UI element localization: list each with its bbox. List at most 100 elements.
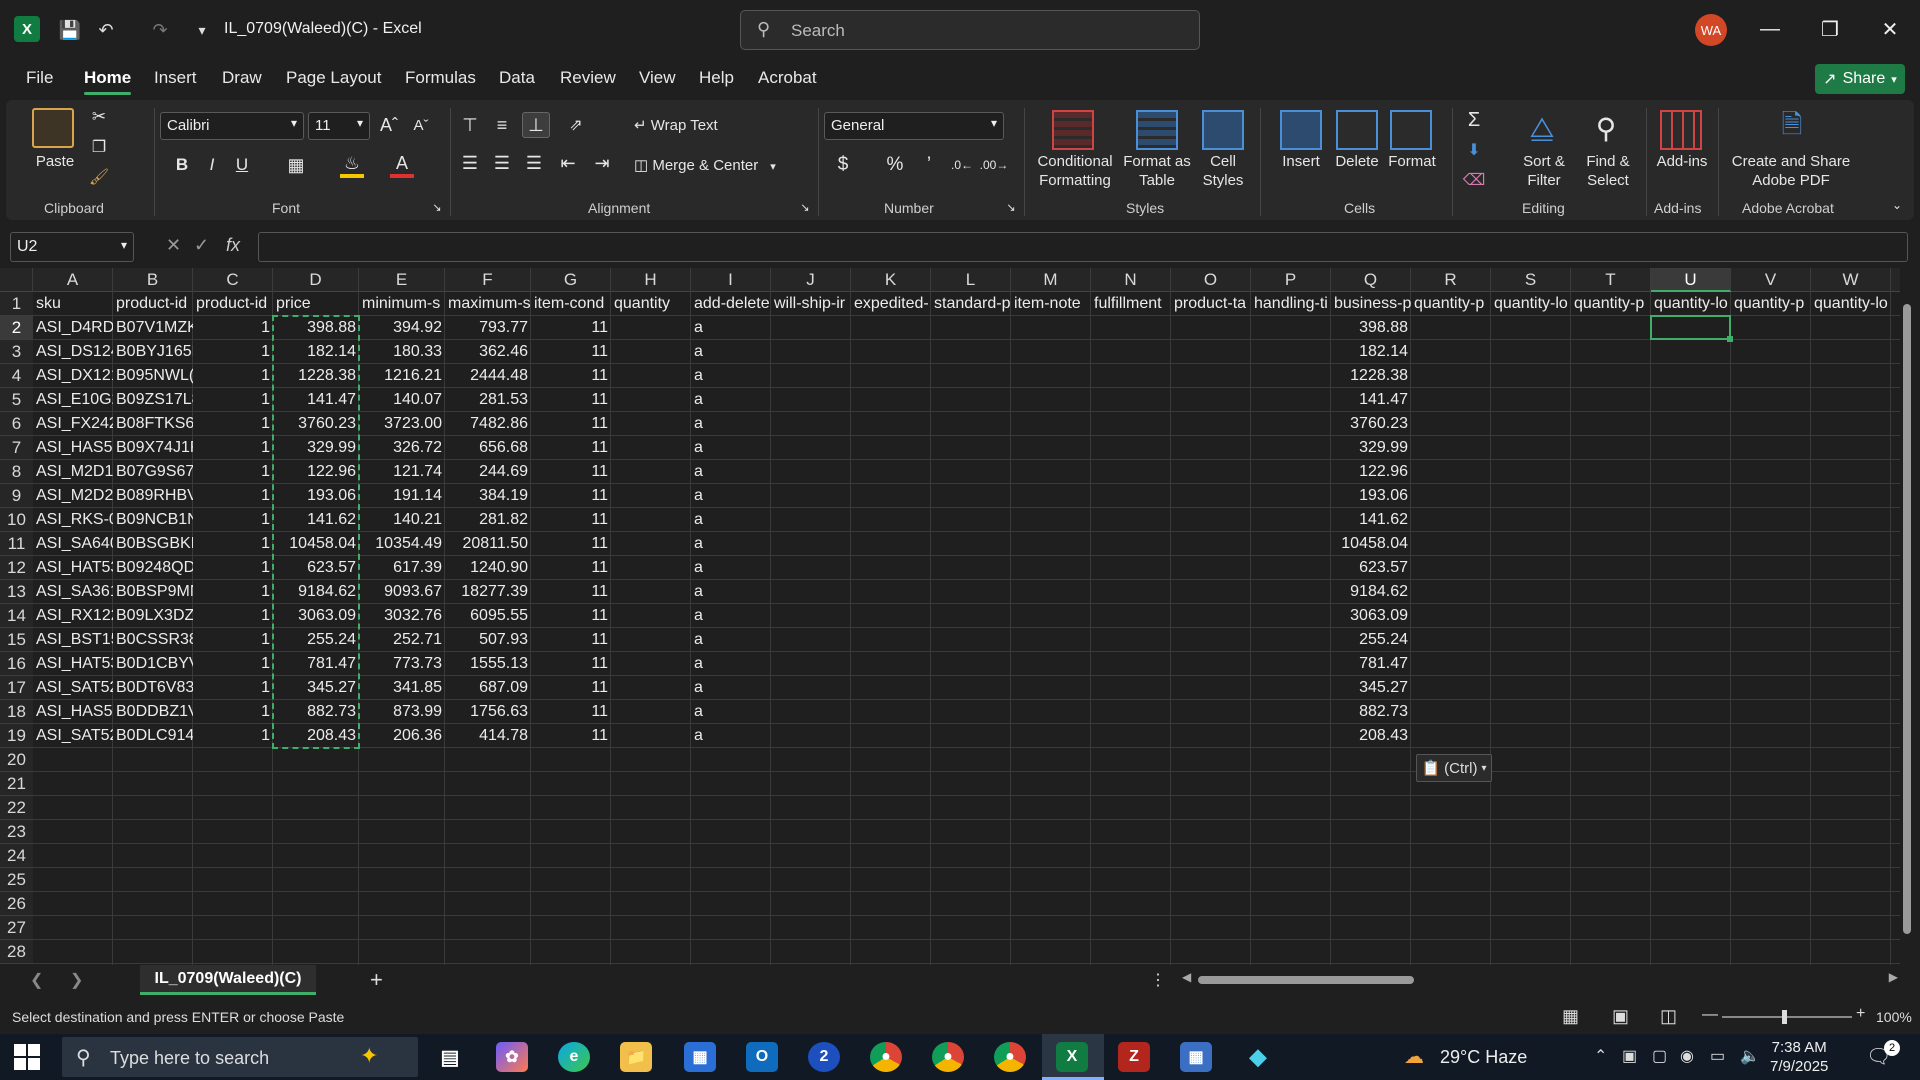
column-header-j[interactable]: J [771,268,851,292]
column-header-f[interactable]: F [445,268,531,292]
row-header-22[interactable]: 22 [0,796,33,820]
data-cell[interactable]: 781.47 [1331,652,1411,676]
header-cell[interactable]: quantity-p [1571,292,1651,316]
horizontal-scrollbar[interactable]: ◀ ▶ [1180,970,1900,987]
align-center-icon[interactable]: ☰ [490,152,514,174]
meet-icon[interactable]: ▢ [1652,1046,1667,1066]
data-cell[interactable]: B09X74J1F [113,436,193,460]
outlook-icon[interactable]: O [746,1042,778,1072]
create-share-pdf-button[interactable]: Create and Share Adobe PDF [1726,152,1856,190]
show-hidden-icons-icon[interactable]: ⌃ [1594,1046,1607,1066]
data-cell[interactable]: 11 [531,700,611,724]
scrollbar-thumb[interactable] [1198,976,1414,984]
zoom-out-icon[interactable]: — [1702,1006,1718,1024]
data-cell[interactable]: 3723.00 [359,412,445,436]
zoom-level[interactable]: 100% [1876,1009,1912,1025]
data-cell[interactable]: 1 [193,700,273,724]
row-header-7[interactable]: 7 [0,436,33,460]
data-cell[interactable]: 1228.38 [1331,364,1411,388]
data-cell[interactable]: B07G9S67- [113,460,193,484]
row-header-9[interactable]: 9 [0,484,33,508]
filezilla-icon[interactable]: Z [1118,1042,1150,1072]
italic-button[interactable]: I [200,152,224,178]
column-header-i[interactable]: I [691,268,771,292]
underline-button[interactable]: U [230,152,254,178]
row-header-28[interactable]: 28 [0,940,33,964]
scroll-left-icon[interactable]: ◀ [1182,970,1191,984]
data-cell[interactable]: ASI_FX242 [33,412,113,436]
data-cell[interactable]: a [691,388,771,412]
paste-icon[interactable] [32,108,74,148]
decrease-font-icon[interactable]: Aˇ [408,112,434,138]
clock[interactable]: 7:38 AM 7/9/2025 [1770,1038,1828,1076]
chrome-icon[interactable]: ● [994,1042,1026,1072]
data-cell[interactable]: B09248QD [113,556,193,580]
format-cells-button[interactable]: Format [1384,152,1440,171]
cell-styles-button[interactable]: Cell Styles [1198,152,1248,190]
row-header-24[interactable]: 24 [0,844,33,868]
data-cell[interactable]: 617.39 [359,556,445,580]
data-cell[interactable]: 11 [531,388,611,412]
column-header-u[interactable]: U [1651,268,1731,292]
name-box[interactable]: U2 ▾ [10,232,134,262]
column-header-k[interactable]: K [851,268,931,292]
column-header-n[interactable]: N [1091,268,1171,292]
row-header-23[interactable]: 23 [0,820,33,844]
share-button[interactable]: ↗ Share ▾ [1815,64,1905,94]
comma-style-icon[interactable]: ’ [918,154,940,176]
data-cell[interactable]: 206.36 [359,724,445,748]
zoom-slider[interactable] [1722,1010,1852,1024]
data-cell[interactable]: B095NWL( [113,364,193,388]
sheet-tab[interactable]: IL_0709(Waleed)(C) [140,965,316,995]
data-cell[interactable]: 6095.55 [445,604,531,628]
minimize-icon[interactable]: — [1750,14,1790,44]
file-explorer-icon[interactable]: 📁 [620,1042,652,1072]
data-cell[interactable]: 1216.21 [359,364,445,388]
data-cell[interactable]: 329.99 [1331,436,1411,460]
tab-home[interactable]: Home [84,68,132,95]
taskbar-search[interactable]: ⚲ Type here to search ✦ [62,1037,418,1077]
header-cell[interactable]: business-p [1331,292,1411,316]
fill-color-icon[interactable]: ♨ [340,152,364,178]
header-cell[interactable]: quantity-lo [1811,292,1891,316]
cut-icon[interactable]: ✂ [88,106,110,128]
data-cell[interactable]: ASI_D4RD- [33,316,113,340]
header-cell[interactable]: add-delete [691,292,771,316]
data-cell[interactable]: 1 [193,508,273,532]
row-header-16[interactable]: 16 [0,652,33,676]
data-cell[interactable]: 394.92 [359,316,445,340]
data-cell[interactable]: ASI_SA361 [33,580,113,604]
tab-view[interactable]: View [639,68,676,88]
format-as-table-button[interactable]: Format as Table [1122,152,1192,190]
increase-indent-icon[interactable]: ⇥ [590,152,614,174]
insert-function-icon[interactable]: fx [226,235,240,256]
data-cell[interactable]: 141.62 [1331,508,1411,532]
column-header-s[interactable]: S [1491,268,1571,292]
data-cell[interactable]: 11 [531,628,611,652]
column-header-e[interactable]: E [359,268,445,292]
font-color-icon[interactable]: A [390,152,414,178]
data-cell[interactable]: 687.09 [445,676,531,700]
data-cell[interactable]: 398.88 [1331,316,1411,340]
column-header-m[interactable]: M [1011,268,1091,292]
header-cell[interactable]: sku [33,292,113,316]
data-cell[interactable]: a [691,604,771,628]
tab-draw[interactable]: Draw [222,68,262,88]
data-cell[interactable]: 11 [531,604,611,628]
data-cell[interactable]: 1756.63 [445,700,531,724]
data-cell[interactable]: B0DT6V83 [113,676,193,700]
column-header-h[interactable]: H [611,268,691,292]
data-cell[interactable]: B0BSGBKN [113,532,193,556]
data-cell[interactable]: B07V1MZK [113,316,193,340]
data-cell[interactable]: 773.73 [359,652,445,676]
row-header-17[interactable]: 17 [0,676,33,700]
column-header-c[interactable]: C [193,268,273,292]
column-header-b[interactable]: B [113,268,193,292]
column-header-g[interactable]: G [531,268,611,292]
data-cell[interactable]: ASI_SAT52 [33,676,113,700]
dialog-launcher-icon[interactable]: ↘ [798,200,812,214]
data-cell[interactable]: a [691,532,771,556]
decrease-decimal-icon[interactable]: .00→ [980,154,1009,176]
data-cell[interactable]: ASI_HAS53 [33,700,113,724]
cancel-icon[interactable]: ✕ [166,235,181,256]
